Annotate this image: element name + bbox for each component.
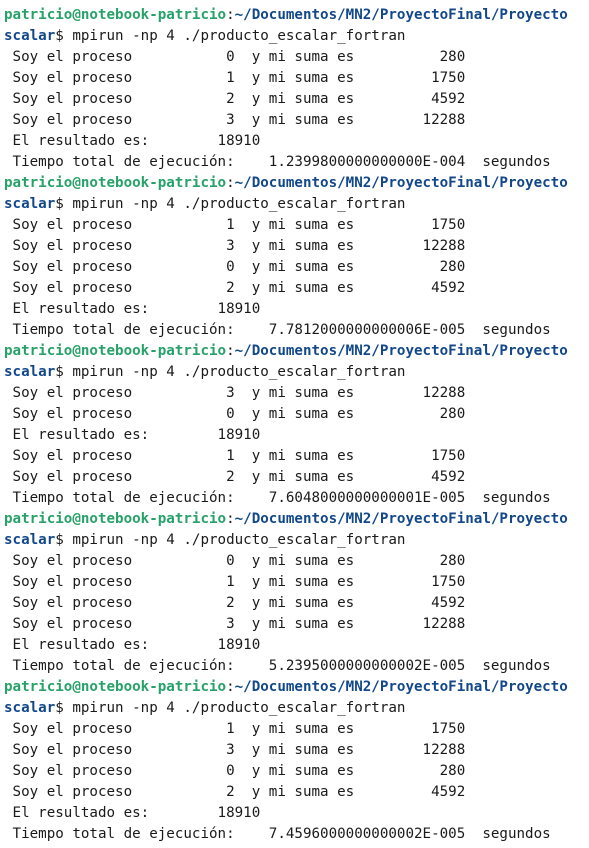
output-line: Soy el proceso 2 y mi suma es 4592 bbox=[4, 91, 466, 107]
prompt-dollar: $ bbox=[55, 700, 64, 716]
output-line: Soy el proceso 3 y mi suma es 12288 bbox=[4, 385, 466, 401]
output-line: Soy el proceso 3 y mi suma es 12288 bbox=[4, 112, 466, 128]
prompt-user-host: patricio@notebook-patricio bbox=[4, 511, 227, 527]
prompt-line: patricio@notebook-patricio:~/Documentos/… bbox=[0, 5, 589, 26]
output-line: Tiempo total de ejecución: 7.45960000000… bbox=[4, 826, 551, 842]
prompt-path: ~/Documentos/MN2/ProyectoFinal/Proyecto bbox=[234, 679, 568, 695]
prompt-path-continued: scalar bbox=[4, 700, 56, 716]
output-line: Soy el proceso 3 y mi suma es 12288 bbox=[4, 742, 466, 758]
output-line: Soy el proceso 1 y mi suma es 1750 bbox=[4, 217, 466, 233]
output-line: Soy el proceso 1 y mi suma es 1750 bbox=[4, 721, 466, 737]
output-line: Soy el proceso 3 y mi suma es 12288 bbox=[4, 616, 466, 632]
command-line: scalar$ mpirun -np 4 ./producto_escalar_… bbox=[0, 362, 589, 383]
prompt-dollar: $ bbox=[55, 196, 64, 212]
prompt-user-host: patricio@notebook-patricio bbox=[4, 343, 227, 359]
prompt-colon: : bbox=[226, 679, 235, 695]
output-line: Tiempo total de ejecución: 5.23950000000… bbox=[4, 658, 551, 674]
command-line: scalar$ mpirun -np 4 ./producto_escalar_… bbox=[0, 26, 589, 47]
command-text: mpirun -np 4 ./producto_escalar_fortran bbox=[63, 196, 406, 212]
output-line: El resultado es: 18910 bbox=[4, 133, 261, 149]
output-line: Soy el proceso 1 y mi suma es 1750 bbox=[4, 448, 466, 464]
prompt-colon: : bbox=[226, 511, 235, 527]
prompt-path-continued: scalar bbox=[4, 28, 56, 44]
prompt-path-continued: scalar bbox=[4, 532, 56, 548]
command-line: scalar$ mpirun -np 4 ./producto_escalar_… bbox=[0, 698, 589, 719]
prompt-line: patricio@notebook-patricio:~/Documentos/… bbox=[0, 509, 589, 530]
prompt-path: ~/Documentos/MN2/ProyectoFinal/Proyecto bbox=[234, 511, 568, 527]
prompt-colon: : bbox=[226, 175, 235, 191]
prompt-colon: : bbox=[226, 343, 235, 359]
terminal-window[interactable]: patricio@notebook-patricio:~/Documentos/… bbox=[0, 0, 589, 848]
output-line: Soy el proceso 0 y mi suma es 280 bbox=[4, 259, 466, 275]
output-line: El resultado es: 18910 bbox=[4, 427, 261, 443]
output-line: Soy el proceso 0 y mi suma es 280 bbox=[4, 49, 466, 65]
output-line: Tiempo total de ejecución: 1.23998000000… bbox=[4, 154, 551, 170]
output-line: El resultado es: 18910 bbox=[4, 637, 261, 653]
prompt-path: ~/Documentos/MN2/ProyectoFinal/Proyecto bbox=[234, 7, 568, 23]
command-text: mpirun -np 4 ./producto_escalar_fortran bbox=[63, 28, 406, 44]
output-line: Soy el proceso 2 y mi suma es 4592 bbox=[4, 784, 466, 800]
prompt-path-continued: scalar bbox=[4, 364, 56, 380]
prompt-user-host: patricio@notebook-patricio bbox=[4, 679, 227, 695]
prompt-path: ~/Documentos/MN2/ProyectoFinal/Proyecto bbox=[234, 175, 568, 191]
prompt-line: patricio@notebook-patricio:~/Documentos/… bbox=[0, 173, 589, 194]
prompt-user-host: patricio@notebook-patricio bbox=[4, 7, 227, 23]
prompt-dollar: $ bbox=[55, 364, 64, 380]
prompt-path-continued: scalar bbox=[4, 196, 56, 212]
prompt-dollar: $ bbox=[55, 532, 64, 548]
output-line: Soy el proceso 2 y mi suma es 4592 bbox=[4, 595, 466, 611]
output-line: El resultado es: 18910 bbox=[4, 301, 261, 317]
command-line: scalar$ mpirun -np 4 ./producto_escalar_… bbox=[0, 530, 589, 551]
command-text: mpirun -np 4 ./producto_escalar_fortran bbox=[63, 532, 406, 548]
output-line: Soy el proceso 1 y mi suma es 1750 bbox=[4, 70, 466, 86]
output-line: Tiempo total de ejecución: 7.78120000000… bbox=[4, 322, 551, 338]
command-text: mpirun -np 4 ./producto_escalar_fortran bbox=[63, 700, 406, 716]
output-line: Soy el proceso 0 y mi suma es 280 bbox=[4, 553, 466, 569]
output-line: Soy el proceso 1 y mi suma es 1750 bbox=[4, 574, 466, 590]
output-line: Soy el proceso 0 y mi suma es 280 bbox=[4, 763, 466, 779]
output-line: Soy el proceso 2 y mi suma es 4592 bbox=[4, 280, 466, 296]
command-line: scalar$ mpirun -np 4 ./producto_escalar_… bbox=[0, 194, 589, 215]
prompt-user-host: patricio@notebook-patricio bbox=[4, 175, 227, 191]
output-line: Soy el proceso 3 y mi suma es 12288 bbox=[4, 238, 466, 254]
prompt-line: patricio@notebook-patricio:~/Documentos/… bbox=[0, 677, 589, 698]
output-line: Soy el proceso 0 y mi suma es 280 bbox=[4, 406, 466, 422]
output-line: El resultado es: 18910 bbox=[4, 805, 261, 821]
output-line: Soy el proceso 2 y mi suma es 4592 bbox=[4, 469, 466, 485]
output-line: Tiempo total de ejecución: 7.60480000000… bbox=[4, 490, 551, 506]
prompt-line: patricio@notebook-patricio:~/Documentos/… bbox=[0, 341, 589, 362]
prompt-dollar: $ bbox=[55, 28, 64, 44]
prompt-colon: : bbox=[226, 7, 235, 23]
prompt-path: ~/Documentos/MN2/ProyectoFinal/Proyecto bbox=[234, 343, 568, 359]
command-text: mpirun -np 4 ./producto_escalar_fortran bbox=[63, 364, 406, 380]
